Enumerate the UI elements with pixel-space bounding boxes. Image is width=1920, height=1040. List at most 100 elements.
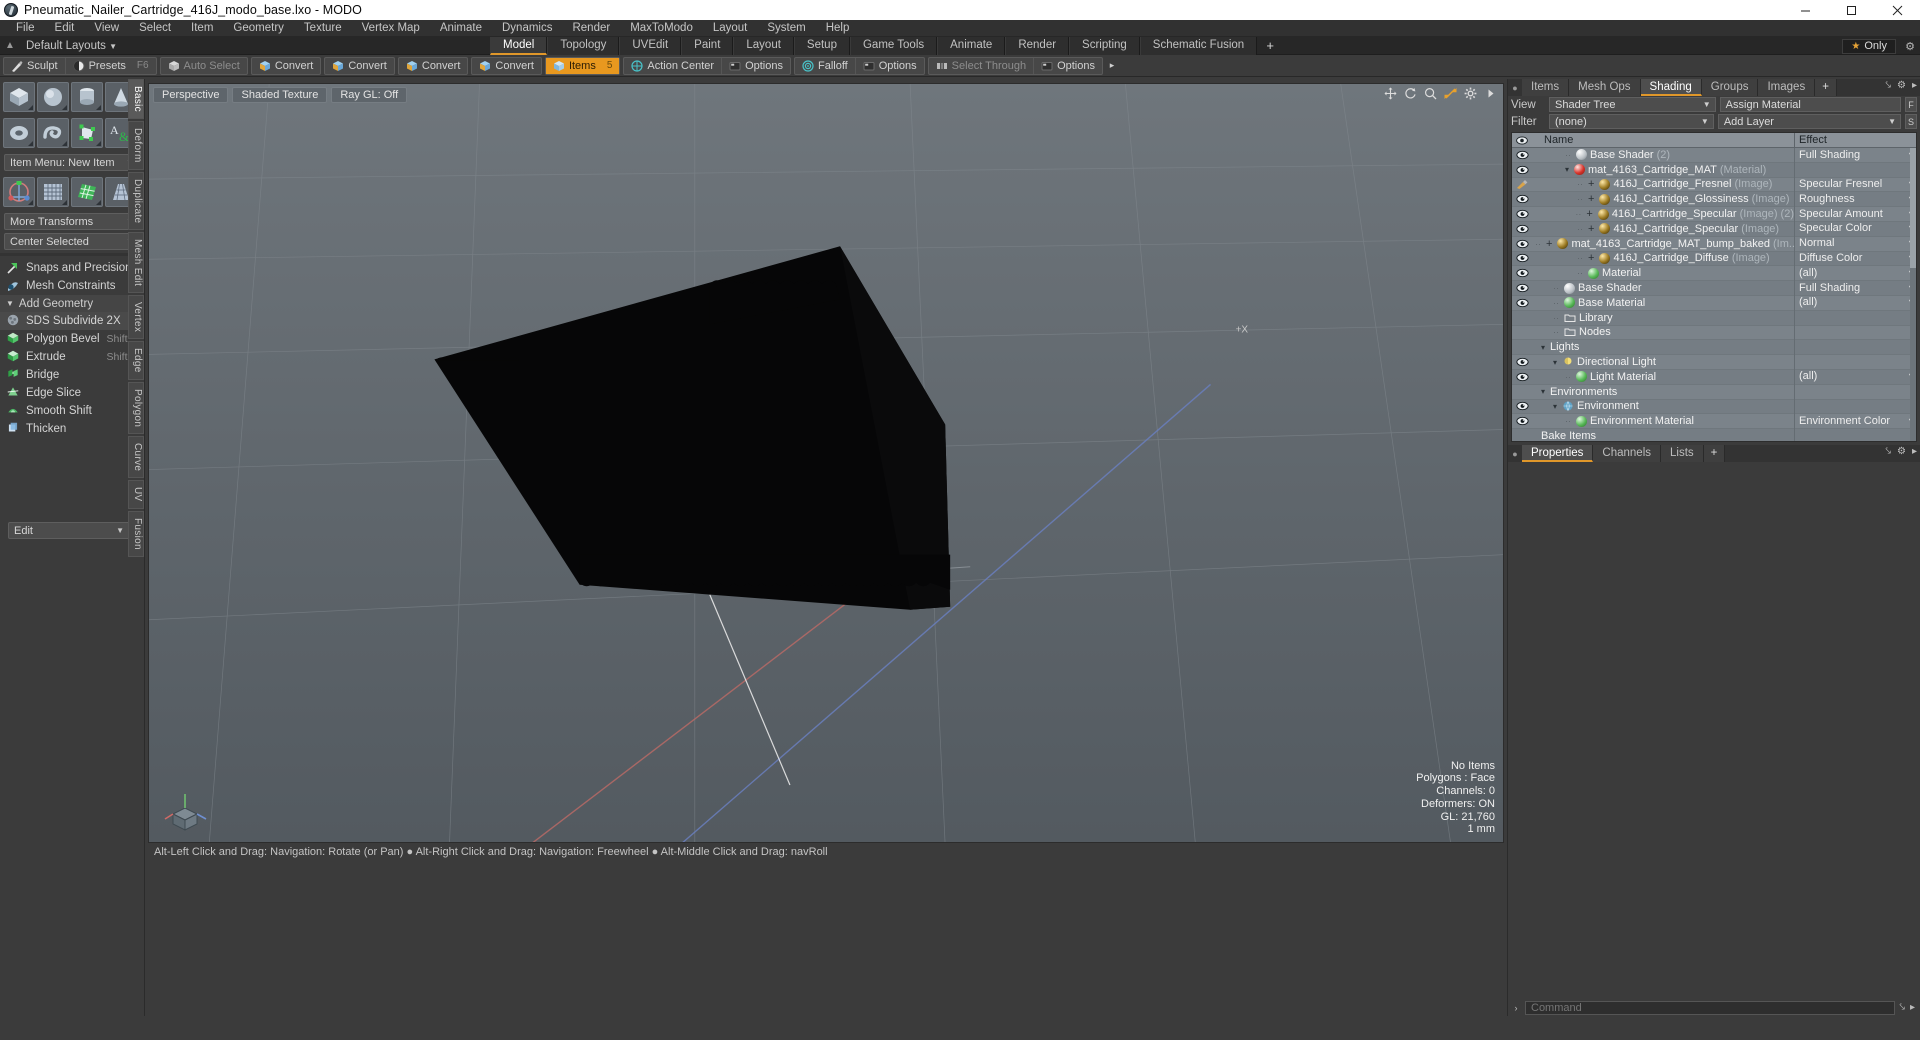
layout-tab-topology[interactable]: Topology — [547, 37, 620, 55]
effect-cell[interactable]: Environment Color▾ — [1794, 413, 1916, 429]
effect-cell[interactable]: Normal▾ — [1794, 236, 1916, 252]
right-tab-images[interactable]: Images — [1758, 79, 1816, 96]
effect-cell[interactable]: (all)▾ — [1794, 265, 1916, 281]
expand-plus-icon[interactable]: + — [1588, 252, 1594, 264]
properties-tab-lists[interactable]: Lists — [1661, 445, 1704, 462]
mode-tab-edge[interactable]: Edge — [128, 341, 144, 380]
effect-cell[interactable]: Full Shading▾ — [1794, 280, 1916, 296]
right-tab-items[interactable]: Items — [1522, 79, 1570, 96]
close-button[interactable] — [1874, 0, 1920, 20]
default-layouts-dropdown[interactable]: Default Layouts ▼ — [20, 40, 123, 52]
menu-item-animate[interactable]: Animate — [430, 20, 492, 37]
tree-item-name-cell[interactable]: ▾ mat_4163_Cartridge_MAT (Material) — [1532, 164, 1794, 176]
table-row[interactable]: ·· + mat_4163_Cartridge_MAT_bump_baked (Im.… — [1512, 236, 1916, 252]
effect-cell[interactable] — [1794, 325, 1916, 340]
layout-tab-scripting[interactable]: Scripting — [1069, 37, 1140, 55]
toolbar-button-convert[interactable]: Convert — [399, 58, 468, 74]
toolbar-button-presets[interactable]: Presets F6 — [66, 58, 156, 74]
geometry-item-polygon-bevel[interactable]: Polygon Bevel Shift-B — [0, 330, 144, 348]
tree-item-name-cell[interactable]: ·· Material — [1532, 267, 1794, 279]
tree-item-name-cell[interactable]: ·· +416J_Cartridge_Diffuse (Image) — [1532, 252, 1794, 264]
mode-tab-basic[interactable]: Basic — [128, 79, 144, 119]
properties-gear-icon[interactable]: ⚙ — [1897, 446, 1906, 457]
add-geometry-section-header[interactable]: ▼ Add Geometry — [0, 295, 144, 312]
spiral-icon[interactable] — [37, 118, 69, 148]
shader-tree[interactable]: Name Effect ·· Base Shader (2) Full Shading… — [1511, 132, 1917, 442]
visibility-toggle[interactable] — [1512, 401, 1532, 411]
orientation-gizmo[interactable] — [163, 786, 209, 832]
menu-item-file[interactable]: File — [6, 20, 45, 37]
layout-tab-render[interactable]: Render — [1005, 37, 1070, 55]
table-row[interactable]: ▾ Environments — [1512, 384, 1916, 400]
visibility-toggle[interactable] — [1512, 179, 1532, 190]
right-tab-groups[interactable]: Groups — [1701, 79, 1759, 96]
table-row[interactable]: ▾ Environment — [1512, 399, 1916, 415]
visibility-toggle[interactable] — [1512, 372, 1532, 382]
visibility-toggle[interactable] — [1512, 165, 1532, 175]
toolbar-button-items[interactable]: Items 5 — [545, 57, 620, 74]
edit-dropdown[interactable]: Edit ▼ — [8, 522, 130, 539]
tree-item-name-cell[interactable]: ·· Library — [1532, 312, 1794, 324]
home-layout-icon[interactable]: ▲ — [0, 40, 20, 51]
zoom-icon[interactable] — [1424, 87, 1437, 100]
toolbar-button-select-through[interactable]: Select Through — [929, 57, 1035, 74]
layout-tab-uvedit[interactable]: UVEdit — [619, 37, 682, 55]
mode-tab-duplicate[interactable]: Duplicate — [128, 171, 144, 230]
tree-item-name-cell[interactable]: ·· +416J_Cartridge_Glossiness (Image) — [1532, 193, 1794, 205]
effect-cell[interactable]: (all)▾ — [1794, 295, 1916, 311]
effect-cell[interactable]: Specular Color▾ — [1794, 221, 1916, 237]
viewport-tab-perspective[interactable]: Perspective — [153, 87, 229, 103]
effect-cell[interactable]: (all)▾ — [1794, 369, 1916, 385]
expand-plus-icon[interactable]: + — [1586, 208, 1592, 220]
minimize-button[interactable] — [1782, 0, 1828, 20]
shader-tree-scrollbar[interactable] — [1910, 148, 1916, 441]
table-row[interactable]: ·· Nodes — [1512, 325, 1916, 341]
tree-item-name-cell[interactable]: ·· Environment Material — [1532, 415, 1794, 427]
add-layer-button[interactable]: Add Layer ▼ — [1717, 114, 1902, 129]
expander-down-icon[interactable]: ▾ — [1541, 343, 1545, 352]
table-row[interactable]: ▾ Lights — [1512, 339, 1916, 356]
table-row[interactable]: ▾ mat_4163_Cartridge_MAT (Material) — [1512, 162, 1916, 178]
toolbar-button-sculpt[interactable]: Sculpt — [4, 57, 66, 74]
right-tab-mesh-ops[interactable]: Mesh Ops — [1569, 79, 1641, 96]
properties-expand-icon[interactable]: ⤥ — [1885, 446, 1891, 457]
expander-down-icon[interactable]: ▾ — [1553, 358, 1557, 367]
layout-tab-animate[interactable]: Animate — [937, 37, 1006, 55]
menu-item-dynamics[interactable]: Dynamics — [492, 20, 562, 37]
mode-tab-mesh-edit[interactable]: Mesh Edit — [128, 231, 144, 294]
expand-plus-icon[interactable]: + — [1588, 223, 1594, 235]
table-row[interactable]: ·· +416J_Cartridge_Glossiness (Image) Rough… — [1512, 191, 1916, 208]
menu-item-select[interactable]: Select — [129, 20, 181, 37]
tree-item-name-cell[interactable]: ·· Base Shader — [1532, 282, 1794, 294]
visibility-toggle[interactable] — [1512, 268, 1532, 278]
menu-item-edit[interactable]: Edit — [45, 20, 85, 37]
tree-item-name-cell[interactable]: ▾ Lights — [1532, 341, 1794, 353]
visibility-toggle[interactable] — [1512, 416, 1532, 426]
command-chevron-right-icon[interactable]: ▸ — [1910, 1002, 1915, 1013]
properties-tab-properties[interactable]: Properties — [1522, 445, 1594, 462]
visibility-toggle[interactable] — [1512, 298, 1532, 308]
effect-cell[interactable]: Roughness▾ — [1794, 191, 1916, 207]
toolbar-button-convert[interactable]: Convert — [472, 58, 541, 74]
layout-tab-game-tools[interactable]: Game Tools — [849, 37, 938, 55]
effect-cell[interactable] — [1794, 384, 1916, 400]
tree-item-name-cell[interactable]: ·· +416J_Cartridge_Fresnel (Image) — [1532, 178, 1794, 190]
menu-item-system[interactable]: System — [757, 20, 815, 37]
menu-item-texture[interactable]: Texture — [294, 20, 352, 37]
table-row[interactable]: ·· Base Shader(2) Full Shading▾ — [1512, 147, 1916, 163]
table-row[interactable]: ·· Base Shader Full Shading▾ — [1512, 280, 1916, 296]
visibility-toggle[interactable] — [1512, 224, 1532, 234]
cylinder-icon[interactable] — [71, 82, 103, 112]
right-tab--[interactable]: + — [1815, 79, 1837, 96]
tree-item-name-cell[interactable]: ▾ Directional Light — [1532, 356, 1794, 368]
tree-item-name-cell[interactable]: ·· Nodes — [1532, 326, 1794, 338]
effect-cell[interactable] — [1794, 339, 1916, 355]
filter-combo[interactable]: (none) ▼ — [1549, 114, 1714, 129]
more-transforms-dropdown[interactable]: More Transforms ▼ — [4, 213, 140, 230]
layout-tab-model[interactable]: Model — [490, 37, 548, 55]
command-input[interactable] — [1525, 1000, 1896, 1015]
table-row[interactable]: ·· Base Material (all)▾ — [1512, 295, 1916, 311]
only-toggle-button[interactable]: ★ Only — [1842, 38, 1896, 54]
menu-item-view[interactable]: View — [84, 20, 129, 37]
menu-item-item[interactable]: Item — [181, 20, 223, 37]
